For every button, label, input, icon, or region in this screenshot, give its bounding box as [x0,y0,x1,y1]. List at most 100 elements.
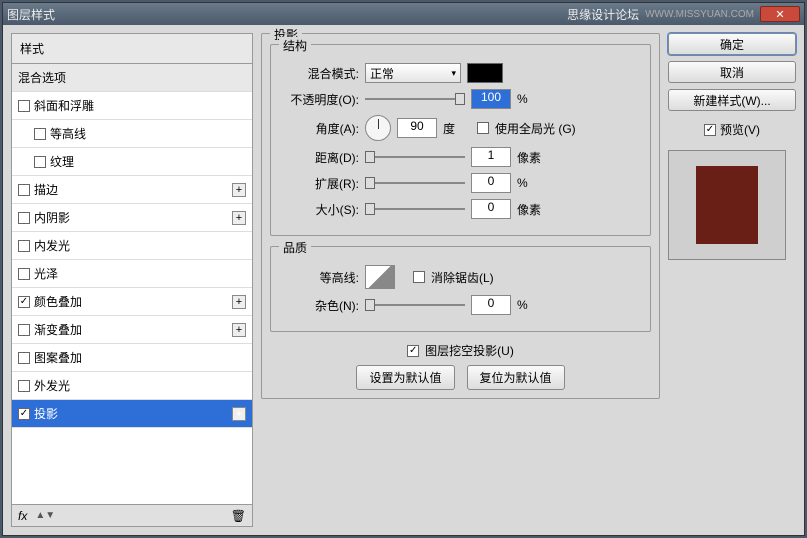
style-checkbox[interactable] [18,296,30,308]
sidebar-footer: fx ▲▼ 🗑 [12,504,252,526]
distance-unit: 像素 [517,149,545,166]
set-default-button[interactable]: 设置为默认值 [356,365,454,390]
global-light-checkbox[interactable] [477,122,489,134]
ok-button[interactable]: 确定 [668,33,796,55]
distance-input[interactable]: 1 [471,147,511,167]
blending-options-row[interactable]: 混合选项 [12,64,252,92]
add-effect-button[interactable]: + [232,407,246,421]
knockout-label: 图层挖空投影(U) [425,342,514,359]
global-light-label: 使用全局光 (G) [495,120,576,137]
close-button[interactable]: ✕ [760,6,800,22]
antialias-checkbox[interactable] [413,271,425,283]
style-label: 光泽 [34,265,58,282]
cancel-button[interactable]: 取消 [668,61,796,83]
size-unit: 像素 [517,201,545,218]
style-checkbox[interactable] [34,128,46,140]
trash-icon[interactable]: 🗑 [231,509,246,523]
noise-input[interactable]: 0 [471,295,511,315]
size-input[interactable]: 0 [471,199,511,219]
contour-label: 等高线: [281,269,359,286]
size-label: 大小(S): [281,201,359,218]
antialias-label: 消除锯齿(L) [431,269,494,286]
add-effect-button[interactable]: + [232,183,246,197]
blend-mode-combo[interactable]: 正常▾ [365,63,461,83]
style-label: 外发光 [34,377,70,394]
style-label: 描边 [34,181,58,198]
style-label: 等高线 [50,125,86,142]
style-label: 斜面和浮雕 [34,97,94,114]
add-effect-button[interactable]: + [232,211,246,225]
style-row-8[interactable]: 渐变叠加 + [12,316,252,344]
spread-unit: % [517,176,545,190]
style-checkbox[interactable] [18,212,30,224]
style-row-6[interactable]: 光泽 [12,260,252,288]
size-slider[interactable] [365,202,465,216]
spread-input[interactable]: 0 [471,173,511,193]
add-effect-button[interactable]: + [232,323,246,337]
fx-label[interactable]: fx [18,509,27,523]
watermark-text: WWW.MISSYUAN.COM [645,9,754,20]
new-style-button[interactable]: 新建样式(W)... [668,89,796,111]
style-row-4[interactable]: 内阴影 + [12,204,252,232]
reset-default-button[interactable]: 复位为默认值 [467,365,565,390]
style-label: 内发光 [34,237,70,254]
spread-label: 扩展(R): [281,175,359,192]
style-checkbox[interactable] [18,352,30,364]
style-row-2[interactable]: 纹理 [12,148,252,176]
blend-mode-label: 混合模式: [281,65,359,82]
style-label: 图案叠加 [34,349,82,366]
style-row-11[interactable]: 投影 + [12,400,252,428]
styles-header[interactable]: 样式 [12,34,252,64]
opacity-input[interactable]: 100 [471,89,511,109]
style-checkbox[interactable] [18,380,30,392]
structure-group: 结构 混合模式: 正常▾ 不透明度(O): 100 % [270,44,651,236]
distance-slider[interactable] [365,150,465,164]
styles-list: 混合选项斜面和浮雕等高线纹理描边 + 内阴影 + 内发光光泽颜色叠加+ 渐变叠加 + 图案叠加… [12,64,252,504]
layer-style-dialog: 图层样式 思缘设计论坛 WWW.MISSYUAN.COM ✕ 样式 混合选项斜面… [2,2,805,536]
preview-box [668,150,786,260]
style-row-3[interactable]: 描边 + [12,176,252,204]
contour-picker[interactable] [365,265,395,289]
style-label: 内阴影 [34,209,70,226]
style-row-9[interactable]: 图案叠加 [12,344,252,372]
angle-input[interactable]: 90 [397,118,437,138]
style-checkbox[interactable] [34,156,46,168]
fx-arrows-icon[interactable]: ▲▼ [35,510,55,521]
style-row-5[interactable]: 内发光 [12,232,252,260]
right-panel: 确定 取消 新建样式(W)... 预览(V) [668,33,796,527]
preview-label: 预览(V) [720,121,760,138]
distance-label: 距离(D): [281,149,359,166]
spread-slider[interactable] [365,176,465,190]
titlebar[interactable]: 图层样式 思缘设计论坛 WWW.MISSYUAN.COM ✕ [3,3,804,25]
style-row-10[interactable]: 外发光 [12,372,252,400]
style-checkbox[interactable] [18,268,30,280]
forum-text: 思缘设计论坛 [567,6,639,23]
style-checkbox[interactable] [18,100,30,112]
style-checkbox[interactable] [18,240,30,252]
style-row-0[interactable]: 斜面和浮雕 [12,92,252,120]
style-checkbox[interactable] [18,408,30,420]
quality-group: 品质 等高线: 消除锯齿(L) 杂色(N): 0 % [270,246,651,332]
shadow-color-swatch[interactable] [467,63,503,83]
noise-slider[interactable] [365,298,465,312]
angle-dial[interactable] [365,115,391,141]
knockout-checkbox[interactable] [407,345,419,357]
styles-sidebar: 样式 混合选项斜面和浮雕等高线纹理描边 + 内阴影 + 内发光光泽颜色叠加+ 渐变叠加 + 图… [11,33,253,527]
opacity-unit: % [517,92,545,106]
chevron-down-icon: ▾ [451,68,456,79]
style-label: 纹理 [50,153,74,170]
style-label: 渐变叠加 [34,321,82,338]
style-label: 投影 [34,405,58,422]
style-row-7[interactable]: 颜色叠加+ [12,288,252,316]
drop-shadow-group: 投影 结构 混合模式: 正常▾ 不透明度(O): 100 % [261,33,660,399]
opacity-slider[interactable] [365,92,465,106]
window-title: 图层样式 [7,6,55,23]
style-checkbox[interactable] [18,324,30,336]
noise-label: 杂色(N): [281,297,359,314]
style-checkbox[interactable] [18,184,30,196]
preview-checkbox[interactable] [704,124,716,136]
noise-unit: % [517,298,545,312]
add-effect-button[interactable]: + [232,295,246,309]
style-row-1[interactable]: 等高线 [12,120,252,148]
structure-title: 结构 [279,37,311,54]
